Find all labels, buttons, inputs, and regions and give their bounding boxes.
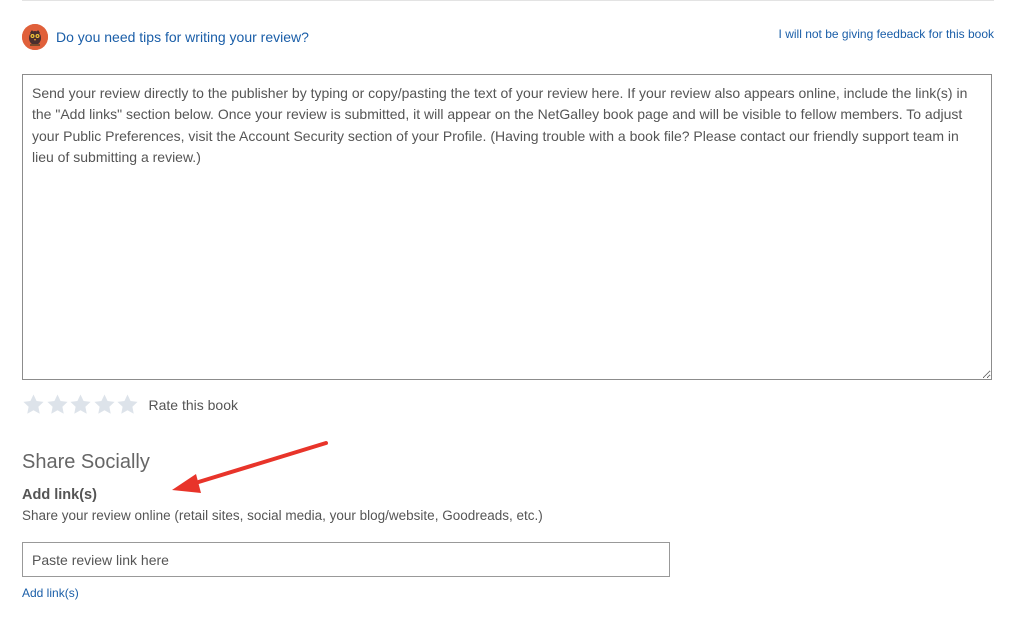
star-3-icon[interactable] <box>69 393 92 416</box>
star-2-icon[interactable] <box>46 393 69 416</box>
decline-feedback-link[interactable]: I will not be giving feedback for this b… <box>779 27 994 41</box>
review-link-input[interactable] <box>22 542 670 577</box>
star-rating: Rate this book <box>22 393 238 416</box>
star-4-icon[interactable] <box>93 393 116 416</box>
owl-mascot-icon <box>22 24 48 50</box>
share-socially-heading: Share Socially <box>22 451 150 473</box>
star-5-icon[interactable] <box>116 393 139 416</box>
star-1-icon[interactable] <box>22 393 45 416</box>
add-links-button[interactable]: Add link(s) <box>22 586 79 600</box>
review-textarea[interactable] <box>22 74 992 380</box>
writing-tips-link[interactable]: Do you need tips for writing your review… <box>56 29 309 45</box>
add-links-description: Share your review online (retail sites, … <box>22 508 543 523</box>
top-divider <box>22 0 994 1</box>
add-links-title: Add link(s) <box>22 487 97 503</box>
tips-row: Do you need tips for writing your review… <box>22 24 309 50</box>
rate-book-label: Rate this book <box>148 396 239 413</box>
